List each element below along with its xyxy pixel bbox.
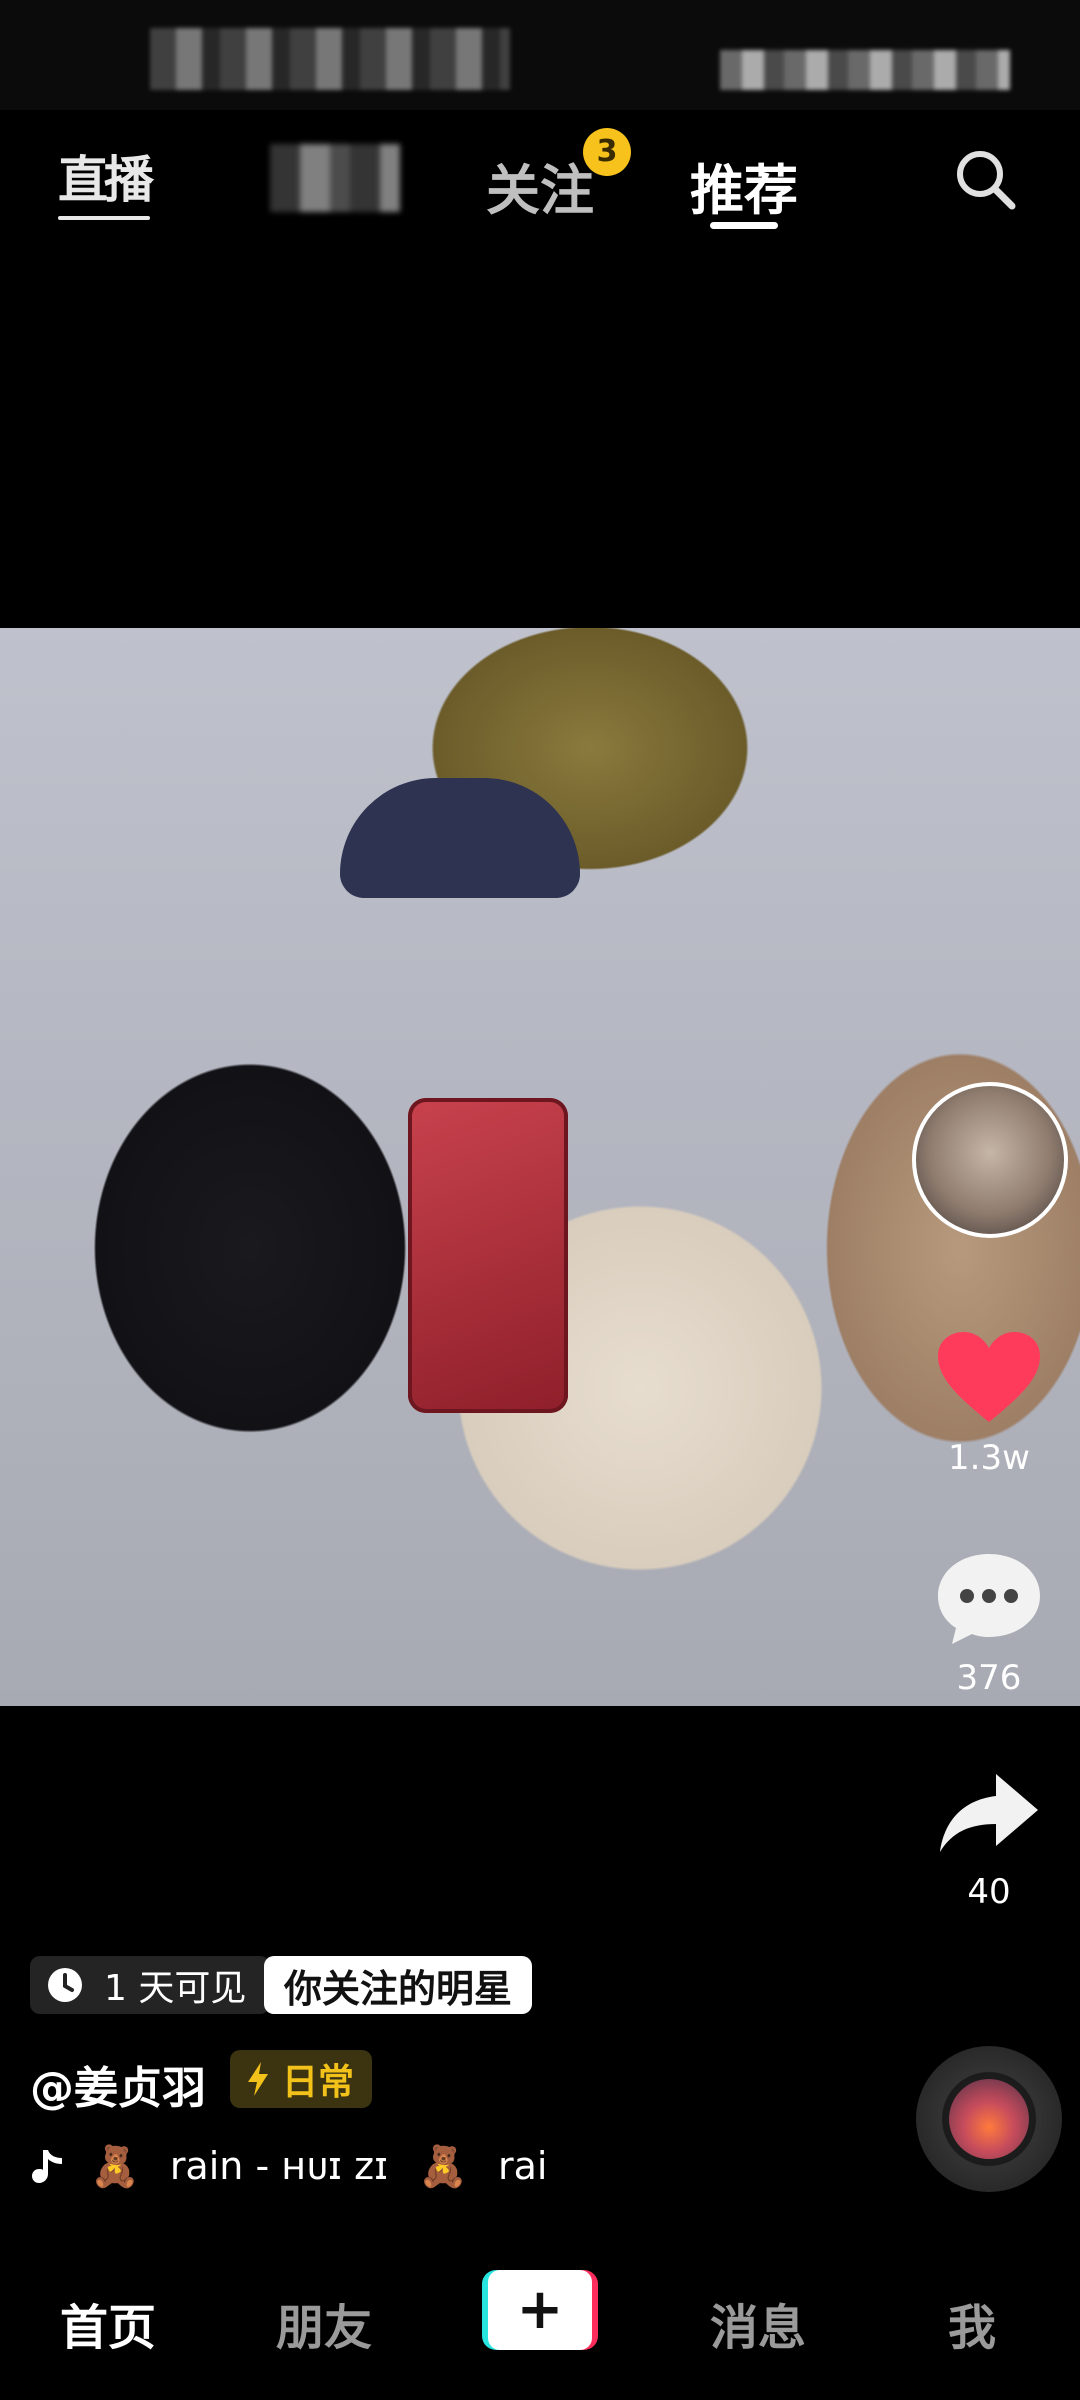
comment-count: 376 xyxy=(956,1658,1022,1698)
tab-messages[interactable]: 消息 xyxy=(710,2288,806,2358)
status-bar-blurred-left xyxy=(150,28,510,90)
top-nav: 直播 关注 3 推荐 xyxy=(0,110,1080,240)
visibility-text: 1 天可见 xyxy=(104,1968,247,2009)
tab-home[interactable]: 首页 xyxy=(60,2288,156,2358)
category-tag-label: 日常 xyxy=(282,2062,355,2103)
tab-friends[interactable]: 朋友 xyxy=(276,2288,372,2358)
comment-button[interactable]: 376 xyxy=(929,1548,1049,1698)
video-frame-detail xyxy=(408,1098,568,1413)
tab-blurred[interactable] xyxy=(270,144,400,212)
bear-emoji-2: 🧸 xyxy=(418,2143,468,2190)
author-name[interactable]: @姜贞羽 xyxy=(30,2052,206,2116)
create-button[interactable]: + xyxy=(482,2270,598,2350)
app-screen: 直播 关注 3 推荐 1.3w 376 40 1 天可见 你关注的明星 @姜贞羽… xyxy=(0,0,1080,2400)
tab-follow[interactable]: 关注 xyxy=(486,146,594,225)
like-button[interactable]: 1.3w xyxy=(929,1328,1049,1478)
comment-bubble-icon xyxy=(938,1554,1040,1644)
tab-recommend[interactable]: 推荐 xyxy=(690,146,798,225)
active-tab-indicator xyxy=(710,222,778,229)
creator-avatar[interactable] xyxy=(912,1082,1068,1238)
status-bar-blurred-right xyxy=(720,50,1010,90)
share-button[interactable]: 40 xyxy=(929,1766,1049,1912)
search-icon[interactable] xyxy=(950,144,1022,216)
music-title-scroll: rai xyxy=(497,2144,548,2188)
live-button[interactable]: 直播 xyxy=(58,140,154,220)
like-count: 1.3w xyxy=(948,1438,1030,1478)
music-note-icon xyxy=(32,2150,62,2183)
followed-star-tag: 你关注的明星 xyxy=(264,1956,533,2014)
create-plus-icon: + xyxy=(488,2270,592,2350)
status-bar xyxy=(0,0,1080,110)
music-info[interactable]: 🧸 rain - ʜᴜɪ ᴢɪ 🧸 rai xyxy=(30,2138,547,2194)
share-count: 40 xyxy=(967,1872,1011,1912)
category-tag[interactable]: 日常 xyxy=(230,2050,373,2108)
music-title: rain - ʜᴜɪ ᴢɪ xyxy=(169,2144,389,2188)
bottom-tab-bar: 首页 朋友 + 消息 我 xyxy=(0,2248,1080,2400)
music-disc[interactable] xyxy=(916,2046,1062,2192)
visibility-badge: 1 天可见 xyxy=(30,1956,271,2014)
share-arrow-icon xyxy=(940,1774,1038,1852)
music-cover-art xyxy=(949,2079,1029,2159)
bear-emoji-1: 🧸 xyxy=(90,2143,140,2190)
clock-icon xyxy=(48,1968,82,2002)
lightning-icon xyxy=(248,2062,268,2096)
heart-icon xyxy=(938,1332,1040,1422)
video-frame-detail xyxy=(340,778,580,898)
follow-badge: 3 xyxy=(583,128,631,176)
tab-me[interactable]: 我 xyxy=(948,2288,996,2358)
